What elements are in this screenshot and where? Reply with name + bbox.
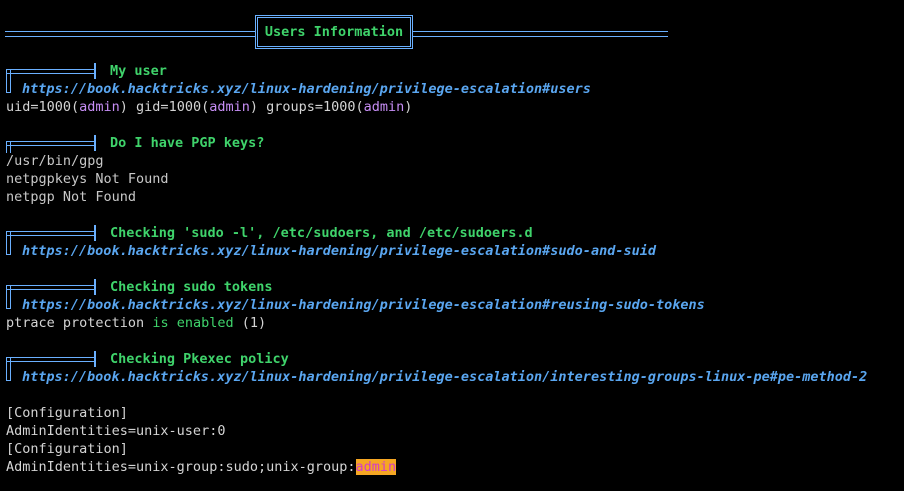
uid-text: uid=1000( [6, 99, 80, 115]
section-title-sudo: Checking 'sudo -l', /etc/sudoers, and /e… [110, 225, 533, 241]
section-rule [6, 357, 96, 362]
id-output-line: uid=1000(admin) gid=1000(admin) groups=1… [6, 98, 412, 116]
section-link-users[interactable]: https://book.hacktricks.xyz/linux-harden… [22, 80, 591, 98]
section-rule-end [94, 225, 96, 241]
section-bracket [6, 357, 11, 381]
ptrace-status: is enabled [152, 315, 234, 331]
highlighted-admin-group: admin [355, 459, 397, 475]
ptrace-text: ptrace protection [6, 315, 153, 331]
section-rule-end [94, 63, 96, 79]
section-rule-end [94, 279, 96, 295]
pkexec-output-line: AdminIdentities=unix-user:0 [6, 423, 226, 439]
section-rule [6, 141, 96, 146]
section-tick [6, 254, 11, 255]
section-bracket [6, 231, 11, 255]
banner-rule-right [413, 31, 668, 37]
section-rule [6, 285, 96, 290]
banner-rule-left [5, 31, 255, 37]
section-title-my-user: My user [110, 63, 167, 79]
ptrace-value: (1) [233, 315, 267, 331]
pgp-output-line: netpgpkeys Not Found [6, 171, 169, 187]
gid-text: ) gid=1000( [119, 99, 210, 115]
groups-user: admin [363, 99, 405, 115]
section-rule-end [94, 135, 96, 151]
groups-close: ) [404, 99, 413, 115]
section-title-sudo-tokens: Checking sudo tokens [110, 279, 273, 295]
banner-title: Users Information [255, 15, 413, 49]
section-title-pgp: Do I have PGP keys? [110, 135, 265, 151]
section-rule-end [94, 351, 96, 367]
gid-user: admin [209, 99, 250, 115]
section-tick [6, 92, 11, 93]
pgp-output-line: netpgp Not Found [6, 189, 137, 205]
terminal-window[interactable]: Users Information My user https://book.h… [0, 0, 904, 491]
section-bracket [6, 285, 11, 309]
pkexec-output-line: [Configuration] [6, 405, 128, 421]
pgp-output-line: /usr/bin/gpg [6, 153, 104, 169]
pkexec-identities-text: AdminIdentities=unix-group:sudo;unix-gro… [6, 459, 356, 475]
section-rule [6, 69, 96, 74]
section-link-pe-method-2[interactable]: https://book.hacktricks.xyz/linux-harden… [22, 368, 867, 386]
section-link-sudo-and-suid[interactable]: https://book.hacktricks.xyz/linux-harden… [22, 242, 656, 260]
pkexec-admin-identities-line: AdminIdentities=unix-group:sudo;unix-gro… [6, 458, 397, 476]
section-link-reusing-sudo-tokens[interactable]: https://book.hacktricks.xyz/linux-harden… [22, 296, 705, 314]
section-tick [6, 380, 11, 381]
ptrace-output-line: ptrace protection is enabled (1) [6, 314, 266, 332]
section-bracket [6, 69, 11, 93]
section-tick [6, 308, 11, 309]
section-title-pkexec: Checking Pkexec policy [110, 351, 289, 367]
uid-user: admin [79, 99, 120, 115]
groups-text: ) groups=1000( [249, 99, 364, 115]
section-rule [6, 231, 96, 236]
pkexec-output-line: [Configuration] [6, 441, 128, 457]
